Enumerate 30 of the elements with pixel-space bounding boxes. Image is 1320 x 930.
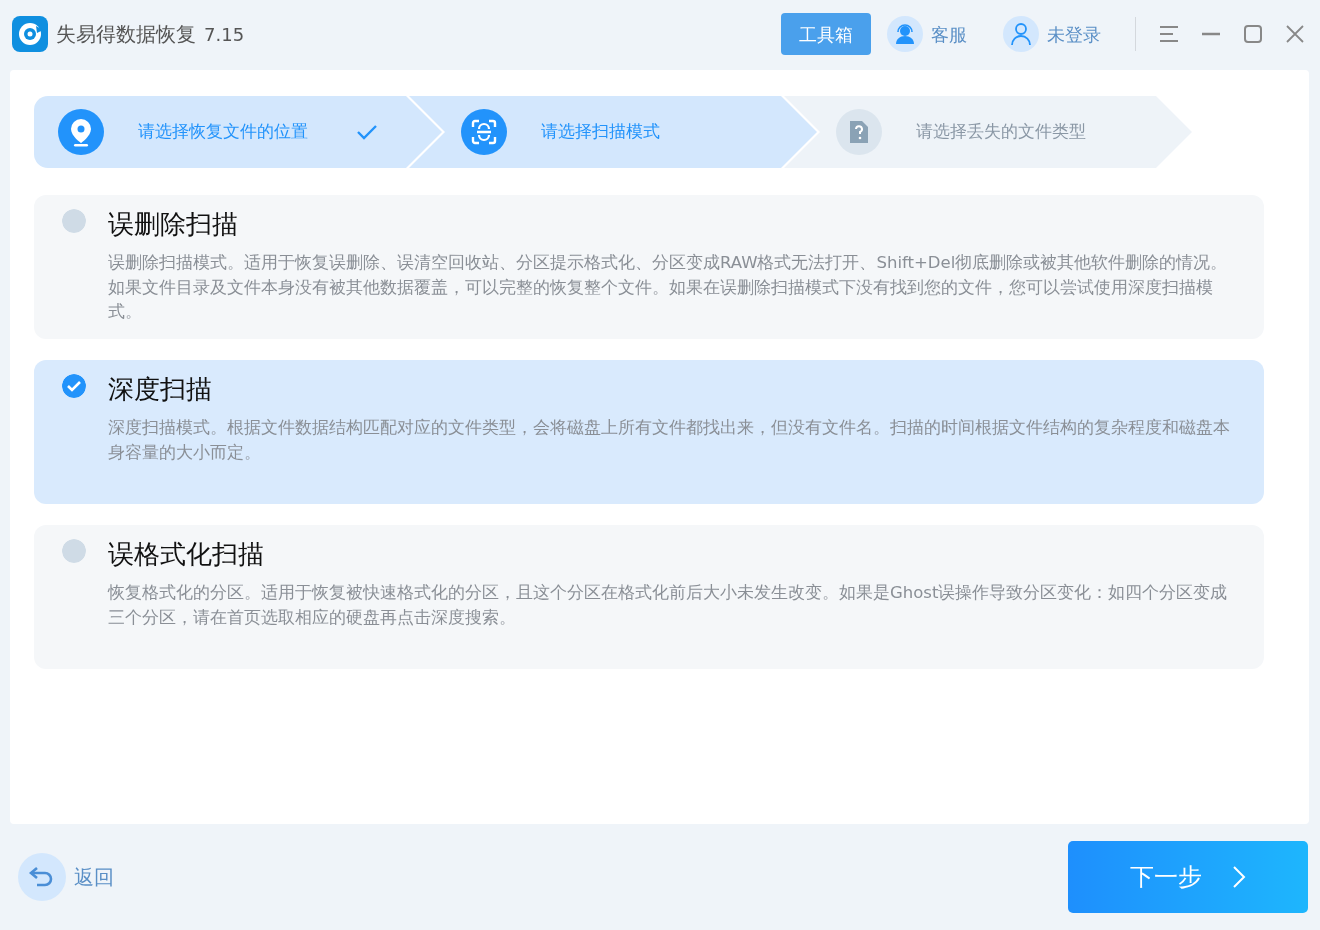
back-button[interactable]: 返回 <box>74 862 114 892</box>
user-icon[interactable] <box>1003 16 1039 52</box>
support-link[interactable]: 客服 <box>931 20 967 48</box>
scan-mode-description: 深度扫描模式。根据文件数据结构匹配对应的文件类型，会将磁盘上所有文件都找出来，但没有文件名。扫描的时间根据文件结构的复杂程度和磁盘本身容量的大小而定。 <box>108 417 1230 464</box>
scan-mode-description: 恢复格式化的分区。适用于恢复被快速格式化的分区，且这个分区在格式化前后大小未发生改变。如果是Ghost误操作导致分区变化：如四个分区变成三个分区，请在首页选取相应的硬盘再点击深度搜索。 <box>108 582 1229 629</box>
next-step-button[interactable]: 下一步 <box>1068 841 1308 913</box>
step-label: 请选择扫描模式 <box>541 120 660 144</box>
checkmark-icon <box>356 124 378 140</box>
scan-mode-option[interactable]: 深度扫描 深度扫描模式。根据文件数据结构匹配对应的文件类型，会将磁盘上所有文件都找出来，但没有文件名。扫描的时间根据文件结构的复杂程度和磁盘本身容量的大小而定。 <box>34 360 1264 504</box>
scan-frame-icon <box>461 109 507 155</box>
scan-mode-title: 误删除扫描 <box>108 208 239 241</box>
scan-mode-title: 深度扫描 <box>108 373 213 406</box>
chevron-right-icon <box>1232 865 1246 889</box>
toolbox-button[interactable]: 工具箱 <box>781 13 871 55</box>
radio-icon[interactable] <box>62 209 86 233</box>
location-pin-icon <box>58 109 104 155</box>
login-status-link[interactable]: 未登录 <box>1047 20 1101 48</box>
radio-icon[interactable] <box>62 539 86 563</box>
app-version: 7.15 <box>204 22 245 47</box>
scan-mode-option[interactable]: 误删除扫描 误删除扫描模式。适用于恢复误删除、误清空回收站、分区提示格式化、分区变成RAW格式无法打开、Shift+Del彻底删除或被其他软件删除的情况。如果文件目录及文件本身没有被其他数据覆盖，可以完整的恢复整个文件。如果在误删除扫描模式下没有找到您的文件，您可以尝试使用深度扫描模式。 <box>34 195 1264 339</box>
checked-radio-icon[interactable] <box>62 374 86 398</box>
step-label: 请选择丢失的文件类型 <box>916 120 1086 144</box>
scan-mode-option[interactable]: 误格式化扫描 恢复格式化的分区。适用于恢复被快速格式化的分区，且这个分区在格式化前后大小未发生改变。如果是Ghost误操作导致分区变化：如四个分区变成三个分区，请在首页选取相应的硬盘再点击深度搜索。 <box>34 525 1264 669</box>
step-label: 请选择恢复文件的位置 <box>138 120 308 144</box>
question-file-icon <box>836 109 882 155</box>
app-logo-icon <box>12 16 48 52</box>
app-title: 失易得数据恢复 <box>56 21 196 48</box>
support-agent-icon[interactable] <box>887 16 923 52</box>
scan-mode-description: 误删除扫描模式。适用于恢复误删除、误清空回收站、分区提示格式化、分区变成RAW格式无法打开、Shift+Del彻底删除或被其他软件删除的情况。如果文件目录及文件本身没有被其他数据覆盖，可以完整的恢复整个文件。如果在误删除扫描模式下没有找到您的文件，您可以尝试使用深度扫描模式。 <box>108 252 1229 323</box>
scan-mode-title: 误格式化扫描 <box>108 538 265 571</box>
